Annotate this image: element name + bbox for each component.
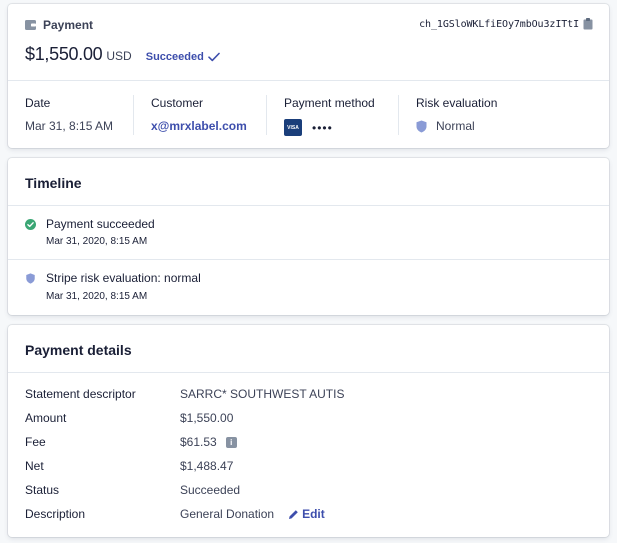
check-circle-icon xyxy=(25,219,36,230)
checkmark-icon xyxy=(208,52,220,62)
payment-method-value[interactable]: VISA •••• xyxy=(284,119,333,136)
shield-icon xyxy=(26,273,35,284)
detail-label: Net xyxy=(25,459,44,473)
detail-label: Description xyxy=(25,507,86,521)
payment-amount: $1,550.00 xyxy=(25,44,103,64)
risk-value[interactable]: Normal xyxy=(416,119,475,133)
meta-date-label: Date xyxy=(25,96,51,110)
description-text: General Donation xyxy=(180,507,275,521)
meta-risk-label: Risk evaluation xyxy=(416,96,498,110)
fee-amount: $61.53 xyxy=(180,435,217,449)
status-badge: Succeeded xyxy=(146,51,220,63)
details-header-divider xyxy=(8,372,609,373)
info-icon[interactable]: i xyxy=(225,436,237,448)
detail-row-description: Description General Donation Edit xyxy=(25,507,595,523)
timeline-item: Payment succeeded Mar 31, 2020, 8:15 AM xyxy=(8,206,609,260)
timeline-item-time: Mar 31, 2020, 8:15 AM xyxy=(46,291,148,302)
detail-row-amount: Amount $1,550.00 xyxy=(25,411,595,427)
payment-label-row: Payment xyxy=(25,18,93,32)
detail-row-statement-descriptor: Statement descriptor SARRC* SOUTHWEST AU… xyxy=(25,387,595,403)
meta-customer-label: Customer xyxy=(151,96,204,110)
detail-row-fee: Fee $61.53 i xyxy=(25,435,595,451)
wallet-icon xyxy=(25,20,36,30)
meta-payment-method-label: Payment method xyxy=(284,96,375,110)
meta-risk: Risk evaluation Normal xyxy=(399,81,609,148)
summary-meta: Date Mar 31, 8:15 AM Customer x@mrxlabel… xyxy=(8,81,609,148)
detail-value: SARRC* SOUTHWEST AUTIS xyxy=(180,387,345,401)
payment-summary-card: Payment ch_1GSloWKLfiEOy7mbOu3zITtI $1,5… xyxy=(8,4,609,148)
detail-value-description: General Donation Edit xyxy=(180,507,325,521)
detail-label: Amount xyxy=(25,411,67,425)
payment-details-card: Payment details Statement descriptor SAR… xyxy=(8,325,609,537)
charge-id-row[interactable]: ch_1GSloWKLfiEOy7mbOu3zITtI xyxy=(419,18,593,30)
edit-label: Edit xyxy=(302,507,325,521)
detail-value-fee: $61.53 i xyxy=(180,435,237,449)
payment-currency: USD xyxy=(106,49,132,63)
detail-value: $1,550.00 xyxy=(180,411,234,425)
timeline-item-time: Mar 31, 2020, 8:15 AM xyxy=(46,236,148,247)
payment-label: Payment xyxy=(43,18,94,32)
visa-card-icon: VISA xyxy=(284,119,302,136)
meta-date-value: Mar 31, 8:15 AM xyxy=(25,119,114,133)
timeline-title: Timeline xyxy=(25,175,82,191)
detail-row-net: Net $1,488.47 xyxy=(25,459,595,475)
payment-details-title: Payment details xyxy=(25,342,132,358)
card-last4-mask: •••• xyxy=(312,120,333,135)
shield-icon xyxy=(416,120,427,132)
detail-label: Fee xyxy=(25,435,46,449)
meta-payment-method: Payment method VISA •••• xyxy=(267,81,399,148)
detail-label: Statement descriptor xyxy=(25,387,136,401)
timeline-item: Stripe risk evaluation: normal Mar 31, 2… xyxy=(8,261,609,315)
meta-date: Date Mar 31, 8:15 AM xyxy=(8,81,134,148)
amount-row: $1,550.00 USD Succeeded xyxy=(25,44,220,65)
detail-value: $1,488.47 xyxy=(180,459,234,473)
detail-row-status: Status Succeeded xyxy=(25,483,595,499)
pencil-icon xyxy=(289,509,298,519)
timeline-item-title: Payment succeeded xyxy=(46,217,155,231)
timeline-item-title: Stripe risk evaluation: normal xyxy=(46,271,201,285)
timeline-card: Timeline Payment succeeded Mar 31, 2020,… xyxy=(8,158,609,315)
risk-value-label: Normal xyxy=(436,119,475,133)
edit-description-button[interactable]: Edit xyxy=(288,507,325,521)
clipboard-icon[interactable] xyxy=(583,18,593,30)
meta-customer: Customer x@mrxlabel.com xyxy=(134,81,267,148)
summary-header: Payment ch_1GSloWKLfiEOy7mbOu3zITtI $1,5… xyxy=(8,4,609,81)
detail-label: Status xyxy=(25,483,60,497)
customer-link[interactable]: x@mrxlabel.com xyxy=(151,119,247,133)
detail-value: Succeeded xyxy=(180,483,241,497)
status-badge-label: Succeeded xyxy=(145,51,204,63)
charge-id[interactable]: ch_1GSloWKLfiEOy7mbOu3zITtI xyxy=(419,19,579,30)
